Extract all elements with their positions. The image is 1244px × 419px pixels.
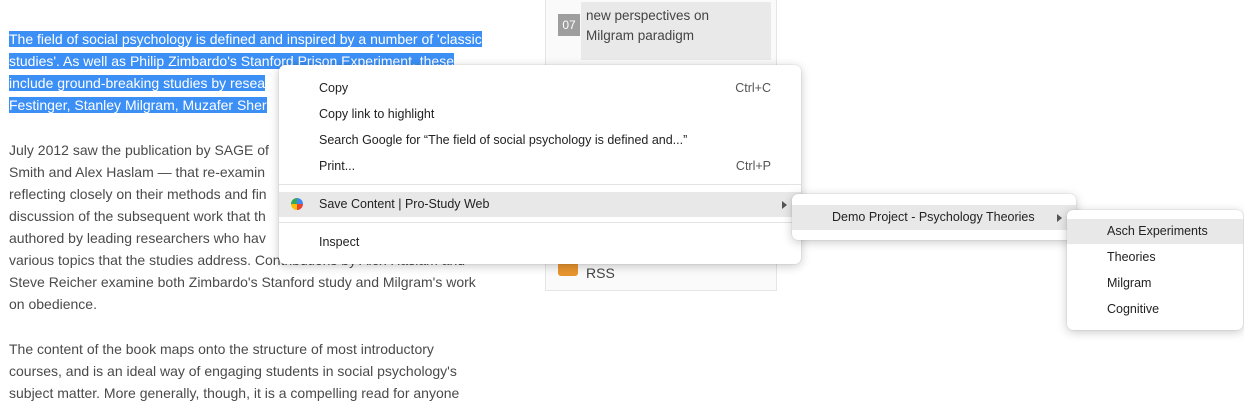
item-number-badge: 07 bbox=[558, 14, 580, 36]
article-line: discussion of the subsequent work that t… bbox=[9, 208, 266, 224]
sidebar-item-title-line: Milgram paradigm bbox=[586, 28, 695, 43]
article-line: Smith and Alex Haslam — that re-examin bbox=[9, 164, 265, 180]
menu-item-label: Copy bbox=[319, 81, 349, 95]
submenu-item-milgram[interactable]: Milgram bbox=[1067, 271, 1243, 296]
menu-item-label: Theories bbox=[1107, 250, 1156, 264]
article-line: Steve Reicher examine both Zimbardo's St… bbox=[9, 274, 476, 290]
article-line: courses, and is an ideal way of engaging… bbox=[9, 363, 457, 379]
article-line: The field of social psychology is define… bbox=[9, 31, 482, 47]
menu-item-label: Save Content | Pro-Study Web bbox=[319, 197, 490, 211]
rss-link[interactable]: RSS bbox=[586, 265, 615, 281]
rss-icon[interactable] bbox=[558, 262, 578, 276]
menu-item-label: Asch Experiments bbox=[1107, 224, 1208, 238]
menu-item-copy-link[interactable]: Copy link to highlight bbox=[279, 102, 801, 127]
submenu-item-cognitive[interactable]: Cognitive bbox=[1067, 297, 1243, 322]
menu-item-label: Copy link to highlight bbox=[319, 107, 435, 121]
submenu-folders: Asch Experiments Theories Milgram Cognit… bbox=[1067, 210, 1243, 330]
shortcut-label: Ctrl+C bbox=[735, 81, 771, 95]
menu-item-save-content[interactable]: Save Content | Pro-Study Web bbox=[279, 192, 801, 217]
menu-item-label: Inspect bbox=[319, 235, 360, 249]
article-line: on obedience. bbox=[9, 296, 97, 312]
menu-item-label: Demo Project - Psychology Theories bbox=[832, 210, 1035, 224]
sidebar-item-title-line: new perspectives on bbox=[586, 8, 710, 23]
submenu-item-asch-experiments[interactable]: Asch Experiments bbox=[1067, 219, 1243, 244]
menu-item-print[interactable]: Print... Ctrl+P bbox=[279, 154, 801, 179]
submenu-arrow-icon bbox=[782, 201, 787, 209]
menu-item-search-google[interactable]: Search Google for “The field of social p… bbox=[279, 128, 801, 153]
context-menu: Copy Ctrl+C Copy link to highlight Searc… bbox=[279, 65, 801, 264]
article-line: reflecting closely on their methods and … bbox=[9, 186, 267, 202]
article-line: subject matter. More generally, though, … bbox=[9, 385, 460, 401]
submenu-item-theories[interactable]: Theories bbox=[1067, 245, 1243, 270]
menu-item-copy[interactable]: Copy Ctrl+C bbox=[279, 76, 801, 101]
menu-separator bbox=[279, 184, 801, 185]
shortcut-label: Ctrl+P bbox=[735, 159, 771, 173]
article-line: authored by leading researchers who hav bbox=[9, 230, 266, 246]
menu-separator bbox=[279, 222, 801, 223]
submenu-arrow-icon bbox=[1057, 214, 1062, 222]
menu-item-label: Search Google for “The field of social p… bbox=[319, 133, 688, 147]
menu-item-inspect[interactable]: Inspect bbox=[279, 230, 801, 255]
article-line: The content of the book maps onto the st… bbox=[9, 341, 434, 357]
submenu-projects: Demo Project - Psychology Theories bbox=[792, 194, 1076, 240]
article-line: include ground-breaking studies by resea bbox=[9, 75, 266, 91]
submenu-item-project[interactable]: Demo Project - Psychology Theories bbox=[792, 205, 1076, 230]
menu-item-label: Milgram bbox=[1107, 276, 1152, 290]
sidebar-item-title[interactable]: new perspectives on Milgram paradigm bbox=[586, 6, 709, 46]
extension-icon bbox=[291, 198, 303, 210]
article-line: Festinger, Stanley Milgram, Muzafer Sher bbox=[9, 97, 267, 113]
article-line: July 2012 saw the publication by SAGE of bbox=[9, 142, 269, 158]
menu-item-label: Print... bbox=[319, 159, 356, 173]
menu-item-label: Cognitive bbox=[1107, 302, 1160, 316]
